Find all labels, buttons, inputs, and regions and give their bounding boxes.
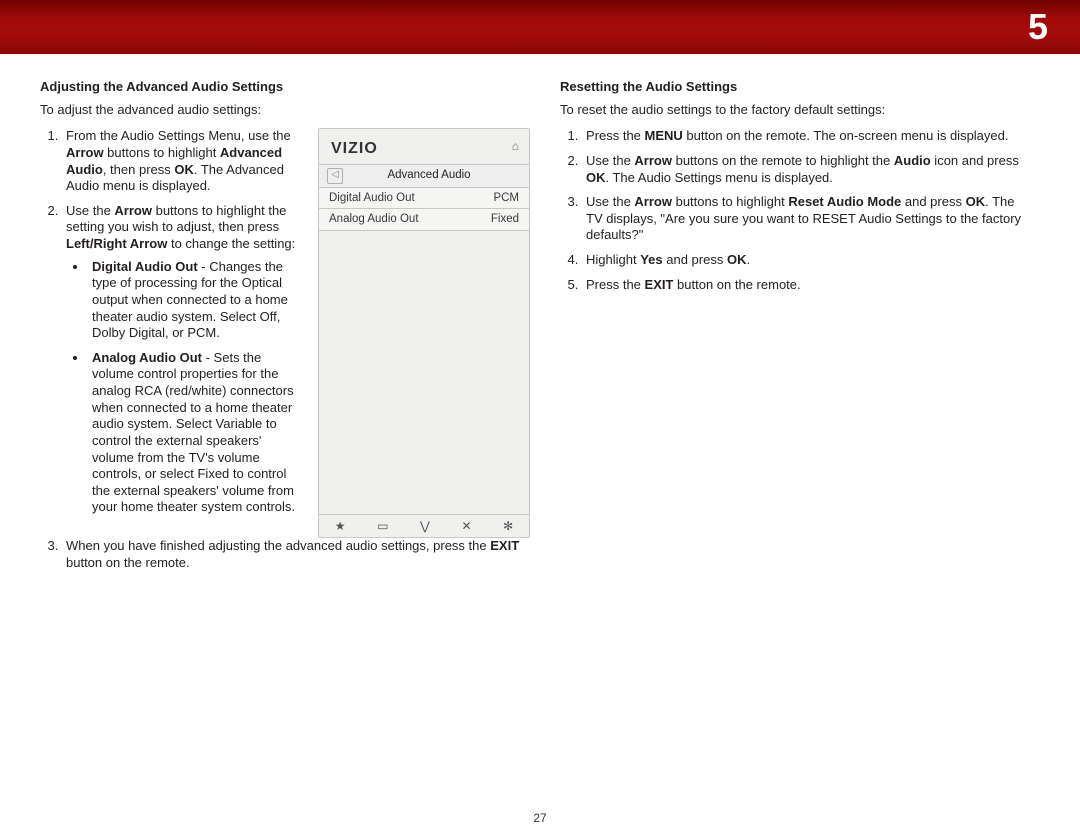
right-step-5: Press the EXIT button on the remote. [582, 277, 1030, 294]
brand-logo: VIZIO [331, 139, 378, 159]
osd-row-1-label: Analog Audio Out [329, 212, 419, 227]
osd-mockup: VIZIO ⌂ ◁ Advanced Audio Digital Audio O… [318, 128, 530, 538]
left-heading: Adjusting the Advanced Audio Settings [40, 79, 530, 96]
right-ol: Press the MENU button on the remote. The… [560, 128, 1030, 293]
right-step-2: Use the Arrow buttons on the remote to h… [582, 153, 1030, 186]
right-intro: To reset the audio settings to the facto… [560, 102, 1030, 119]
left-column: Adjusting the Advanced Audio Settings To… [40, 79, 530, 582]
right-column: Resetting the Audio Settings To reset th… [560, 79, 1030, 582]
osd-bottom-bar: ★ ▭ ⋁ ✕ ✻ [319, 514, 529, 537]
page-body: Adjusting the Advanced Audio Settings To… [0, 54, 1080, 592]
left-bullet-1: Digital Audio Out - Changes the type of … [88, 259, 300, 342]
left-ol-top: From the Audio Settings Menu, use the Ar… [40, 128, 300, 516]
osd-menu-title: Advanced Audio [337, 168, 521, 183]
left-sublist: Digital Audio Out - Changes the type of … [66, 259, 300, 516]
home-icon: ⌂ [512, 139, 519, 154]
close-icon: ✕ [461, 519, 471, 534]
right-step-4: Highlight Yes and press OK. [582, 252, 1030, 269]
window-icon: ▭ [377, 519, 388, 534]
left-intro: To adjust the advanced audio settings: [40, 102, 530, 119]
osd-row-0-value: PCM [493, 191, 519, 206]
left-step-2: Use the Arrow buttons to highlight the s… [62, 203, 300, 516]
left-row-wrap: From the Audio Settings Menu, use the Ar… [40, 128, 530, 538]
osd-row-1-value: Fixed [491, 212, 519, 227]
left-bullet-2: Analog Audio Out - Sets the volume contr… [88, 350, 300, 516]
osd-row-0-label: Digital Audio Out [329, 191, 415, 206]
right-heading: Resetting the Audio Settings [560, 79, 1030, 96]
osd-row-1: Analog Audio Out Fixed [319, 209, 529, 231]
gear-icon: ✻ [503, 519, 513, 534]
osd-menu-title-row: ◁ Advanced Audio [319, 164, 529, 188]
left-step-3: When you have finished adjusting the adv… [62, 538, 530, 571]
page-number: 27 [0, 811, 1080, 826]
osd-row-0: Digital Audio Out PCM [319, 188, 529, 210]
right-step-1: Press the MENU button on the remote. The… [582, 128, 1030, 145]
right-step-3: Use the Arrow buttons to highlight Reset… [582, 194, 1030, 244]
left-ol-bottom: When you have finished adjusting the adv… [40, 538, 530, 571]
chapter-banner: 5 [0, 0, 1080, 54]
osd-header: VIZIO ⌂ [319, 129, 529, 163]
chapter-number: 5 [1028, 4, 1048, 50]
left-step-1: From the Audio Settings Menu, use the Ar… [62, 128, 300, 195]
star-icon: ★ [335, 519, 346, 534]
v-icon: ⋁ [420, 519, 430, 534]
left-text-block: From the Audio Settings Menu, use the Ar… [40, 128, 300, 538]
